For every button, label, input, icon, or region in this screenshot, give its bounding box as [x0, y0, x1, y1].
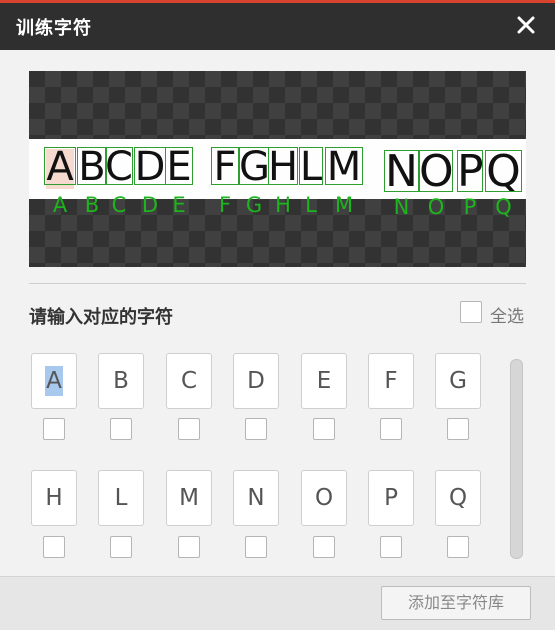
char-input[interactable]: L: [98, 470, 144, 526]
char-input-value: D: [247, 368, 265, 394]
char-bounding-box: [239, 147, 269, 185]
char-label: F: [218, 193, 232, 217]
char-input-value: G: [449, 368, 467, 394]
close-icon[interactable]: [511, 10, 541, 40]
title-bar: 训练字符: [0, 3, 555, 50]
char-bounding-box: [419, 150, 453, 192]
char-label: M: [334, 193, 354, 217]
char-label: L: [305, 193, 317, 217]
char-bounding-box: [44, 147, 76, 185]
char-input-value: A: [45, 366, 63, 396]
char-input[interactable]: P: [368, 470, 414, 526]
char-input[interactable]: O: [301, 470, 347, 526]
char-input-value: F: [384, 368, 398, 394]
train-characters-dialog: 训练字符 AABBCCDDEEFFGGHHLLMMNNOOPPQQ 请输入对应的…: [0, 0, 555, 630]
char-checkbox[interactable]: [447, 418, 469, 440]
char-bounding-box: [165, 147, 193, 185]
section-title: 请输入对应的字符: [29, 307, 173, 328]
char-checkbox[interactable]: [447, 536, 469, 558]
char-input[interactable]: H: [31, 470, 77, 526]
char-bounding-box: [325, 147, 363, 185]
char-checkbox[interactable]: [178, 418, 200, 440]
char-label: A: [52, 193, 68, 217]
char-checkbox[interactable]: [110, 536, 132, 558]
char-checkbox[interactable]: [245, 418, 267, 440]
char-input-value: P: [384, 485, 398, 511]
char-input[interactable]: N: [233, 470, 279, 526]
char-checkbox[interactable]: [380, 418, 402, 440]
char-checkbox[interactable]: [43, 536, 65, 558]
char-label: P: [463, 195, 477, 219]
char-input-value: Q: [448, 485, 468, 511]
char-label: E: [172, 193, 186, 217]
scrollbar[interactable]: [510, 359, 523, 559]
scrollbar-thumb[interactable]: [510, 359, 523, 559]
char-bounding-box: [457, 150, 483, 192]
char-input[interactable]: F: [368, 353, 414, 409]
char-bounding-box: [77, 147, 107, 185]
char-input[interactable]: A: [31, 353, 77, 409]
select-all-box[interactable]: [460, 301, 482, 323]
char-input-value: M: [179, 485, 199, 511]
select-all-label: 全选: [490, 307, 524, 327]
char-input-value: B: [113, 368, 129, 394]
char-bounding-box: [134, 147, 166, 185]
char-input-value: L: [114, 485, 128, 511]
char-label: C: [111, 193, 127, 217]
add-to-library-button[interactable]: 添加至字符库: [381, 586, 531, 620]
char-checkbox[interactable]: [178, 536, 200, 558]
footer: 添加至字符库: [0, 576, 555, 630]
char-input[interactable]: G: [435, 353, 481, 409]
character-preview-image: AABBCCDDEEFFGGHHLLMMNNOOPPQQ: [29, 71, 526, 267]
char-label: D: [141, 193, 159, 217]
char-input-value: H: [45, 485, 63, 511]
char-checkbox[interactable]: [380, 536, 402, 558]
char-checkbox[interactable]: [313, 418, 335, 440]
char-input-value: O: [314, 485, 334, 511]
char-bounding-box: [268, 147, 298, 185]
divider: [29, 283, 526, 284]
char-label: N: [393, 195, 410, 219]
char-checkbox[interactable]: [313, 536, 335, 558]
char-input[interactable]: B: [98, 353, 144, 409]
char-input-value: N: [247, 485, 265, 511]
char-label: B: [84, 193, 100, 217]
char-input-value: E: [316, 368, 332, 394]
char-input-value: C: [180, 368, 198, 394]
char-label: O: [427, 195, 445, 219]
char-input[interactable]: C: [166, 353, 212, 409]
char-input[interactable]: Q: [435, 470, 481, 526]
char-input[interactable]: M: [166, 470, 212, 526]
char-label: G: [245, 193, 263, 217]
char-bounding-box: [485, 150, 522, 192]
char-bounding-box: [105, 147, 133, 185]
char-input[interactable]: D: [233, 353, 279, 409]
dialog-title: 训练字符: [16, 18, 92, 39]
char-bounding-box: [299, 147, 323, 185]
char-bounding-box: [211, 147, 239, 185]
char-bounding-box: [384, 150, 419, 192]
char-label: Q: [495, 195, 512, 219]
char-checkbox[interactable]: [245, 536, 267, 558]
char-checkbox[interactable]: [110, 418, 132, 440]
char-label: H: [275, 193, 291, 217]
char-input[interactable]: E: [301, 353, 347, 409]
char-checkbox[interactable]: [43, 418, 65, 440]
